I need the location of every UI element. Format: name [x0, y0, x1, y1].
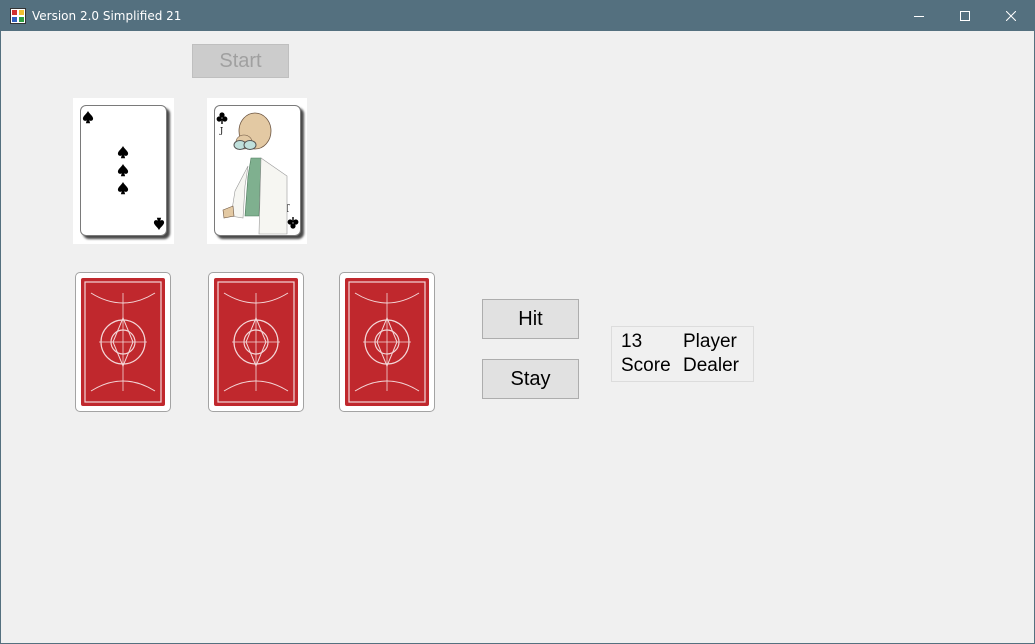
close-icon: [1006, 11, 1016, 21]
spade-pips-icon: [82, 110, 165, 231]
dealer-card-2: J J: [207, 98, 307, 244]
card-back-icon: [345, 278, 429, 406]
dealer-card-1: [73, 98, 174, 244]
three-of-spades-card: [80, 105, 167, 236]
player-score-value: 13: [621, 331, 643, 352]
player-card-back-2: [208, 272, 304, 412]
stay-button[interactable]: Stay: [482, 359, 579, 399]
dealer-score-value: Score: [621, 355, 671, 376]
minimize-icon: [914, 16, 924, 17]
window-title: Version 2.0 Simplified 21: [32, 9, 182, 23]
score-panel: 13 Player Score Dealer: [611, 326, 754, 382]
title-bar[interactable]: Version 2.0 Simplified 21: [1, 1, 1034, 31]
app-icon: [10, 8, 26, 24]
start-button[interactable]: Start: [192, 44, 289, 78]
card-back-icon: [214, 278, 298, 406]
app-window: Version 2.0 Simplified 21 Start J J Hit …: [0, 0, 1035, 644]
jack-of-clubs-card: J J: [214, 105, 301, 236]
close-button[interactable]: [988, 1, 1034, 31]
dealer-score-label: Dealer: [683, 355, 739, 376]
player-card-back-1: [75, 272, 171, 412]
jack-of-clubs-icon: J J: [216, 112, 299, 235]
player-card-back-3: [339, 272, 435, 412]
maximize-button[interactable]: [942, 1, 988, 31]
maximize-icon: [960, 11, 970, 21]
card-back-icon: [81, 278, 165, 406]
hit-button[interactable]: Hit: [482, 299, 579, 339]
minimize-button[interactable]: [896, 1, 942, 31]
svg-text:J: J: [219, 126, 223, 135]
player-score-label: Player: [683, 331, 737, 352]
